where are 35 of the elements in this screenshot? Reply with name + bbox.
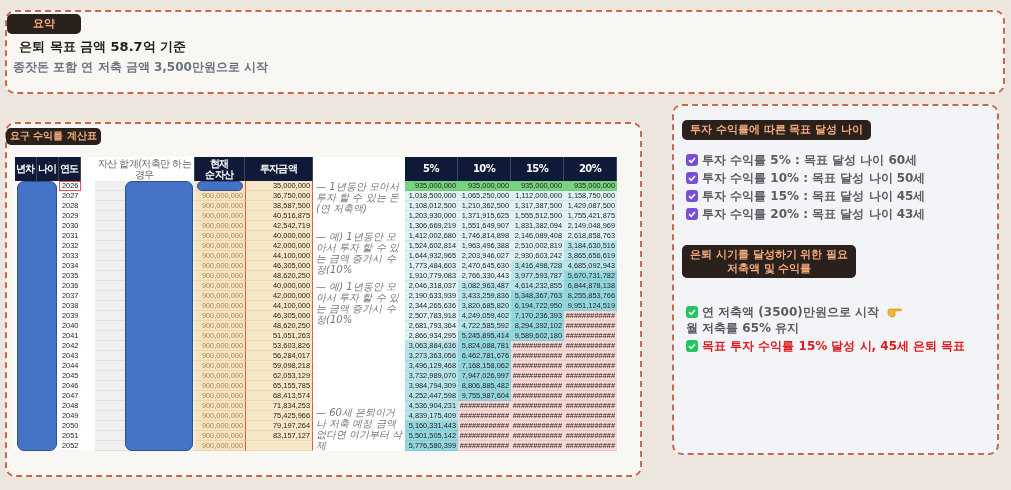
- section-tag: 요약: [7, 14, 81, 34]
- summary-title: 은퇴 목표 금액 58.7억 기준: [19, 37, 188, 56]
- note-text: — 60세 은퇴이거나 저축 예정 금액 없다면 여기부터 삭제: [315, 406, 404, 451]
- checkbox[interactable]: [686, 340, 698, 353]
- result-text: 투자 수익률 20% : 목표 달성 나이 43세: [702, 205, 926, 223]
- checkbox[interactable]: [686, 154, 698, 167]
- column-header: 15%: [511, 156, 564, 181]
- section-tag: 요구 수익률 계산표: [6, 128, 101, 145]
- column-header: 투자금액: [245, 156, 313, 181]
- summary-subtitle: 종잣돈 포함 연 저축 금액 3,500만원으로 시작: [13, 58, 270, 76]
- checkbox[interactable]: [686, 306, 698, 319]
- note-text: — 예) 1년동안 모아서 투자 할 수 있는 금액 증가시 수정(10%: [315, 280, 400, 325]
- note-text: — 1년동안 모아서 투자 할 수 있는 돈 (연 저축액): [315, 180, 400, 214]
- result-text: 투자 수익률 10% : 목표 달성 나이 50세: [702, 169, 926, 187]
- checkbox[interactable]: [686, 208, 698, 221]
- column-header: 나이: [37, 156, 59, 181]
- result-text: 투자 수익률 15% : 목표 달성 나이 45세: [702, 187, 926, 205]
- column-header: 연도: [59, 156, 81, 181]
- requirement-text: 월 저축률 65% 유지: [686, 320, 800, 337]
- note-text: — 예) 1년동안 모아서 투자 할 수 있는 금액 증가시 수정(10%: [315, 230, 400, 275]
- section-tag: 투자 수익률에 따른 목표 달성 나이: [682, 120, 872, 140]
- section-tag: 은퇴 시기를 달성하기 위한 필요 저축액 및 수익률: [682, 244, 857, 279]
- requirement-text: 연 저축액 (3500)만원으로 시작: [702, 304, 879, 321]
- requirement-text: 목표 투자 수익률 15% 달성 시, 45세 은퇴 목표: [702, 338, 966, 355]
- checkbox[interactable]: [686, 172, 698, 185]
- column-header: 10%: [458, 156, 511, 181]
- column-header: 현재 순자산: [195, 156, 245, 181]
- table-cell: [245, 440, 313, 451]
- checkbox[interactable]: [686, 190, 698, 203]
- column-header: 자산 합계(저축만 하는 경우: [95, 156, 195, 181]
- result-text: 투자 수익률 5% : 목표 달성 나이 60세: [702, 151, 918, 169]
- column-header: 년차: [15, 156, 37, 181]
- column-header: 20%: [564, 156, 617, 181]
- column-header: 5%: [405, 156, 458, 181]
- pointing-hand-icon: [886, 306, 903, 319]
